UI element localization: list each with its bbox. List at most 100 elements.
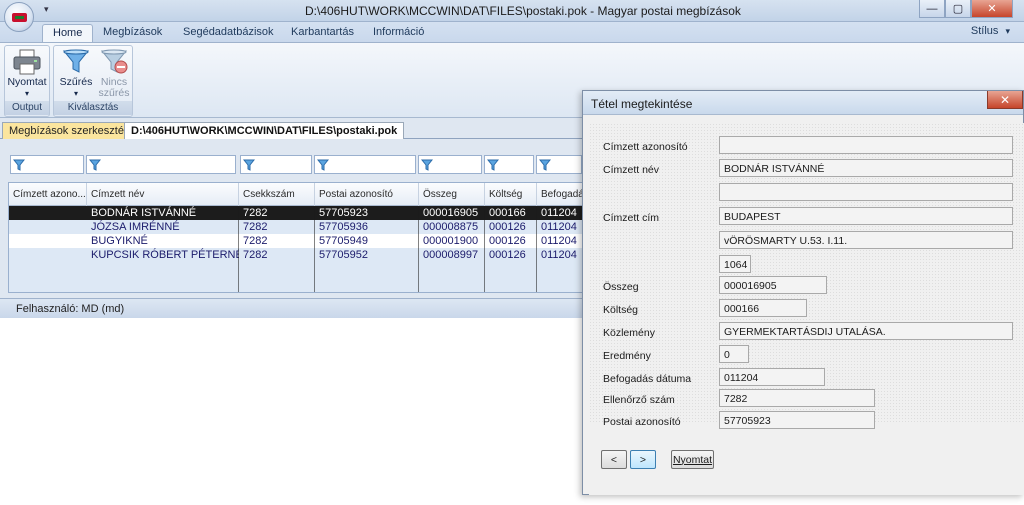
field-cimzett-nev: BODNÁR ISTVÁNNÉ [719, 159, 1013, 177]
column-header-postai-azonosito[interactable]: Postai azonosító [315, 183, 419, 206]
cell-cimzett-azonosito [9, 248, 87, 262]
cell-csekkszam: 7282 [243, 207, 268, 219]
column-header-befogadas[interactable]: Befogadás [537, 183, 583, 206]
field-befogadas-datuma: 011204 [719, 368, 825, 386]
cell-befogadas: 011204 [541, 249, 577, 261]
funnel-remove-icon [100, 49, 128, 74]
dialog-title: Tétel megtekintése [591, 97, 693, 111]
next-button[interactable]: > [630, 450, 656, 469]
maximize-button[interactable]: ▢ [945, 0, 971, 18]
cell-osszeg: 000001900 [423, 235, 479, 247]
cell-csekkszam: 7282 [243, 221, 268, 233]
filter-input-befogadas[interactable] [536, 155, 582, 174]
label-ellenorzo-szam: Ellenőrző szám [603, 394, 675, 406]
printer-icon [13, 49, 41, 75]
label-befogadas-datuma: Befogadás dátuma [603, 373, 692, 385]
cell-postai-azonosito: 57705949 [319, 235, 368, 247]
filter-button[interactable]: Szűrés ▾ [56, 49, 96, 99]
window-controls: — ▢ ✕ [919, 0, 1013, 18]
filter-input-cimzett-nev[interactable] [86, 155, 236, 174]
field-cimzett-cim: BUDAPEST [719, 207, 1013, 225]
field-street: vÖRÖSMARTY U.53. I.11. [719, 231, 1013, 249]
label-cimzett-cim: Címzett cím [603, 212, 660, 224]
tab-segedadatbazisok[interactable]: Segédadatbázisok [173, 24, 284, 42]
label-postai-azonosito: Postai azonosító [603, 416, 681, 428]
cell-osszeg: 000008997 [423, 249, 479, 261]
filter-input-koltseg[interactable] [484, 155, 534, 174]
dialog-print-label: Nyomtat [672, 453, 713, 466]
chevron-down-icon: ▾ [73, 89, 78, 98]
chevron-left-icon: < [610, 453, 618, 466]
funnel-icon [13, 159, 25, 171]
table-row[interactable]: BUGYIKNÉ 7282 57705949 000001900 000126 … [9, 234, 583, 248]
filter-input-csekkszam[interactable] [240, 155, 312, 174]
chevron-down-icon: ▾ [24, 89, 29, 98]
tab-informacio[interactable]: Információ [363, 24, 434, 42]
label-kozlemeny: Közlemény [603, 327, 655, 339]
filter-input-postai-azonosito[interactable] [314, 155, 416, 174]
no-filter-button[interactable]: Nincs szűrés [94, 49, 134, 99]
cell-postai-azonosito: 57705952 [319, 249, 368, 261]
filter-input-osszeg[interactable] [418, 155, 482, 174]
cell-csekkszam: 7282 [243, 235, 268, 247]
doc-tab-edit-orders[interactable]: Megbízások szerkesztése [2, 122, 143, 139]
column-divider [238, 206, 239, 292]
column-header-osszeg[interactable]: Összeg [419, 183, 485, 206]
column-header-cimzett-nev[interactable]: Címzett név [87, 183, 239, 206]
tab-megbizasok[interactable]: Megbízások [93, 24, 172, 42]
label-cimzett-nev: Címzett név [603, 164, 660, 176]
cell-cimzett-nev: BUGYIKNÉ [91, 235, 148, 247]
filter-input-cimzett-azonosito[interactable] [10, 155, 84, 174]
funnel-icon [243, 159, 255, 171]
ribbon-group-output: Nyomtat ▾ Output [4, 45, 50, 117]
field-cimzett-azonosito [719, 136, 1013, 154]
ribbon-group-label: Kiválasztás [54, 101, 132, 115]
column-header-koltseg[interactable]: Költség [485, 183, 537, 206]
funnel-icon [89, 159, 101, 171]
column-header-csekkszam[interactable]: Csekkszám [239, 183, 315, 206]
cell-befogadas: 011204 [541, 207, 577, 219]
cell-cimzett-nev: KUPCSIK RÓBERT PÉTERNÉ [91, 249, 239, 261]
style-menu[interactable]: Stílus ▾ [971, 25, 1010, 37]
dialog-print-button[interactable]: Nyomtat [671, 450, 714, 469]
app-menu-button[interactable] [4, 2, 34, 32]
cell-cimzett-nev: JÓZSA IMRÉNNÉ [91, 221, 180, 233]
dialog-body: Címzett azonosító Címzett név BODNÁR IST… [589, 123, 1024, 495]
cell-cimzett-nev: BODNÁR ISTVÁNNÉ [91, 207, 197, 219]
dialog-close-button[interactable]: ✕ [987, 91, 1023, 109]
doc-tab-file[interactable]: D:\406HUT\WORK\MCCWIN\DAT\FILES\postaki.… [124, 122, 405, 139]
field-osszeg: 000016905 [719, 276, 827, 294]
table-row[interactable]: JÓZSA IMRÉNNÉ 7282 57705936 000008875 00… [9, 220, 583, 234]
cell-koltseg: 000126 [489, 221, 526, 233]
column-header-cimzett-azonosito[interactable]: Címzett azono... [9, 183, 87, 206]
app-logo-icon [12, 13, 27, 22]
cell-koltseg: 000126 [489, 249, 526, 261]
orders-grid[interactable]: Címzett azono... Címzett név Csekkszám P… [8, 182, 584, 293]
field-eredmeny: 0 [719, 345, 749, 363]
print-button[interactable]: Nyomtat ▾ [7, 49, 47, 99]
cell-befogadas: 011204 [541, 235, 577, 247]
table-row[interactable]: KUPCSIK RÓBERT PÉTERNÉ 7282 57705952 000… [9, 248, 583, 262]
label-eredmeny: Eredmény [603, 350, 651, 362]
label-cimzett-azonosito: Címzett azonosító [603, 141, 688, 153]
chevron-right-icon: > [639, 453, 647, 466]
filter-label: Szűrés [59, 76, 93, 88]
cell-befogadas: 011204 [541, 221, 577, 233]
tab-karbantartas[interactable]: Karbantartás [281, 24, 364, 42]
cell-postai-azonosito: 57705923 [319, 207, 368, 219]
ribbon-group-selection: Szűrés ▾ Nincs szűrés Kiválasztás [53, 45, 133, 117]
window-title: D:\406HUT\WORK\MCCWIN\DAT\FILES\postaki.… [305, 4, 741, 18]
previous-button[interactable]: < [601, 450, 627, 469]
minimize-button[interactable]: — [919, 0, 945, 18]
field-ellenorzo-szam: 7282 [719, 389, 875, 407]
title-bar: ▾ D:\406HUT\WORK\MCCWIN\DAT\FILES\postak… [0, 0, 1024, 22]
cell-osszeg: 000016905 [423, 207, 479, 219]
close-button[interactable]: ✕ [971, 0, 1013, 18]
dialog-title-bar: Tétel megtekintése ✕ [583, 91, 1023, 115]
cell-koltseg: 000126 [489, 235, 526, 247]
status-user: Felhasználó: MD (md) [16, 303, 125, 315]
cell-cimzett-azonosito [9, 234, 87, 248]
quick-access-dropdown[interactable]: ▾ [44, 4, 49, 15]
table-row[interactable]: BODNÁR ISTVÁNNÉ 7282 57705923 000016905 … [9, 206, 583, 220]
tab-home[interactable]: Home [42, 24, 94, 42]
